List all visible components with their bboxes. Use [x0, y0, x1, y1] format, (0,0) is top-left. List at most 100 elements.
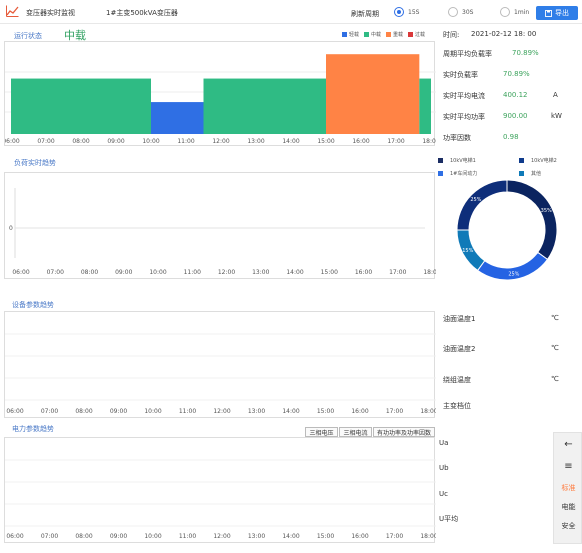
period-radio-30s[interactable] — [448, 7, 458, 17]
load-x-tick: 15:00 — [321, 269, 338, 276]
power-factor-tab-button[interactable]: 有功功率及功率因数 — [373, 427, 435, 437]
legend-item-0[interactable]: 轻载 — [342, 31, 359, 38]
refresh-period-label: 刷新周期 — [351, 10, 379, 18]
status-x-tick: 10:00 — [142, 138, 159, 145]
legend-item-2[interactable]: 重载 — [386, 31, 403, 38]
status-chart: 06:00 07:00 08:00 09:00 10:00 11:00 12:00 13:00… — [2, 41, 440, 146]
power-x-tick: 09:00 — [110, 533, 127, 540]
donut-slice-3[interactable] — [456, 180, 508, 231]
status-bar-2[interactable] — [203, 78, 327, 134]
equipment-param-label-0: 油面温度1 — [443, 315, 476, 323]
legend-label: 轻载 — [349, 32, 360, 38]
power-x-tick: 16:00 — [351, 533, 368, 540]
status-x-tick: 08:00 — [72, 138, 89, 145]
side-item-safety[interactable]: 安全 — [554, 521, 582, 531]
status-bar-1[interactable] — [151, 102, 204, 134]
equipment-x-tick: 08:00 — [75, 408, 92, 415]
power-x-tick: 14:00 — [282, 533, 299, 540]
power-x-tick: 12:00 — [213, 533, 230, 540]
power-x-tick: 11:00 — [179, 533, 196, 540]
floating-side-panel: ← ≡ 标准 电能 安全 — [553, 432, 582, 544]
status-x-tick: 16:00 — [352, 138, 369, 145]
legend-item-1[interactable]: 中载 — [364, 31, 381, 38]
legend-swatch — [519, 171, 524, 176]
power-section-title: 电力参数趋势 — [12, 425, 54, 433]
metric-label-0: 周期平均负载率 — [443, 50, 492, 58]
equipment-param-label-1: 油面温度2 — [443, 345, 476, 353]
legend-label: 10kV电梯2 — [531, 158, 557, 164]
status-x-tick: 12:00 — [212, 138, 229, 145]
status-x-tick: 07:00 — [37, 138, 54, 145]
legend-swatch — [408, 32, 414, 37]
donut-legend-item-1[interactable]: 10kV电梯2 — [519, 157, 557, 164]
power-param-label-3: U平均 — [439, 515, 459, 523]
status-x-tick: 06:00 — [5, 138, 20, 145]
side-item-standard[interactable]: 标准 — [554, 483, 582, 493]
status-section-title: 运行状态 — [14, 32, 42, 40]
power-chart: 06:00 07:00 08:00 09:00 10:00 11:00 12:00 13:00… — [4, 437, 438, 543]
period-label-30s: 30S — [462, 9, 474, 16]
status-bar-4[interactable] — [419, 78, 431, 134]
export-button[interactable]: 导出 — [536, 6, 578, 20]
equipment-param-label-3: 主变档位 — [443, 402, 471, 410]
load-trend-title: 负荷实时趋势 — [14, 159, 56, 167]
load-x-tick: 12:00 — [218, 269, 235, 276]
load-x-tick: 08:00 — [81, 269, 98, 276]
metric-value-4: 0.98 — [503, 133, 519, 141]
equipment-param-unit-2: ℃ — [551, 375, 559, 383]
equipment-x-tick: 12:00 — [213, 408, 230, 415]
period-radio-15s[interactable] — [394, 7, 404, 17]
load-x-tick: 11:00 — [184, 269, 201, 276]
power-x-tick: 15:00 — [317, 533, 334, 540]
power-x-tick: 13:00 — [248, 533, 265, 540]
current-tab-button[interactable]: 三相电流 — [339, 427, 372, 437]
metric-unit-2: A — [553, 91, 558, 99]
back-arrow-icon[interactable]: ← — [554, 439, 582, 450]
metric-unit-3: kW — [551, 112, 562, 120]
equipment-x-tick: 09:00 — [110, 408, 127, 415]
menu-icon[interactable]: ≡ — [554, 461, 582, 472]
power-x-tick: 06:00 — [6, 533, 23, 540]
device-name[interactable]: 1#主变500kVA变压器 — [106, 8, 178, 18]
metric-value-2: 400.12 — [503, 91, 528, 99]
status-x-tick: 15:00 — [317, 138, 334, 145]
status-x-tick: 17:00 — [387, 138, 404, 145]
status-bar-0[interactable] — [11, 78, 151, 134]
donut-slice-0[interactable] — [506, 180, 558, 261]
donut-legend-item-0[interactable]: 10kV电梯1 — [438, 157, 476, 164]
legend-label: 过载 — [415, 32, 426, 38]
legend-label: 重载 — [393, 32, 404, 38]
time-label: 时间: — [443, 31, 460, 39]
metric-value-0: 70.89% — [512, 49, 539, 57]
power-x-tick: 08:00 — [75, 533, 92, 540]
load-x-tick: 14:00 — [286, 269, 303, 276]
legend-label: 中载 — [371, 32, 382, 38]
side-item-energy[interactable]: 电能 — [554, 502, 582, 512]
metric-value-1: 70.89% — [503, 70, 530, 78]
status-bar-3[interactable] — [326, 54, 420, 135]
status-x-tick: 09:00 — [107, 138, 124, 145]
save-icon — [545, 9, 552, 17]
voltage-tab-button[interactable]: 三相电压 — [305, 427, 338, 437]
donut-legend-item-2[interactable]: 1#车间动力 — [438, 170, 477, 177]
load-x-tick: 07:00 — [47, 269, 64, 276]
load-trend-svg: 0 06:00 07:00 08:00 09:00 10:00 11:00 12:00 13:0… — [9, 188, 441, 276]
status-x-tick: 14:00 — [282, 138, 299, 145]
period-radio-1min[interactable] — [500, 7, 510, 17]
metric-label-4: 功率因数 — [443, 134, 471, 142]
load-x-tick: 10:00 — [149, 269, 166, 276]
power-param-label-0: Ua — [439, 439, 449, 447]
period-label-1min: 1min — [514, 9, 530, 16]
equipment-x-tick: 16:00 — [351, 408, 368, 415]
power-chart-svg: 06:00 07:00 08:00 09:00 10:00 11:00 12:00 13:00… — [5, 459, 438, 540]
legend-item-3[interactable]: 过载 — [408, 31, 425, 38]
legend-label: 其他 — [531, 171, 542, 177]
status-x-tick: 13:00 — [247, 138, 264, 145]
trend-chart-icon — [6, 5, 19, 17]
equipment-x-tick: 17:00 — [386, 408, 403, 415]
equipment-param-unit-0: ℃ — [551, 314, 559, 322]
time-value: 2021-02-12 18: 00 — [471, 30, 537, 38]
donut-legend-item-3[interactable]: 其他 — [519, 170, 541, 177]
metric-value-3: 900.00 — [503, 112, 528, 120]
load-share-donut: 35% 25% 15% 25% — [456, 180, 558, 280]
